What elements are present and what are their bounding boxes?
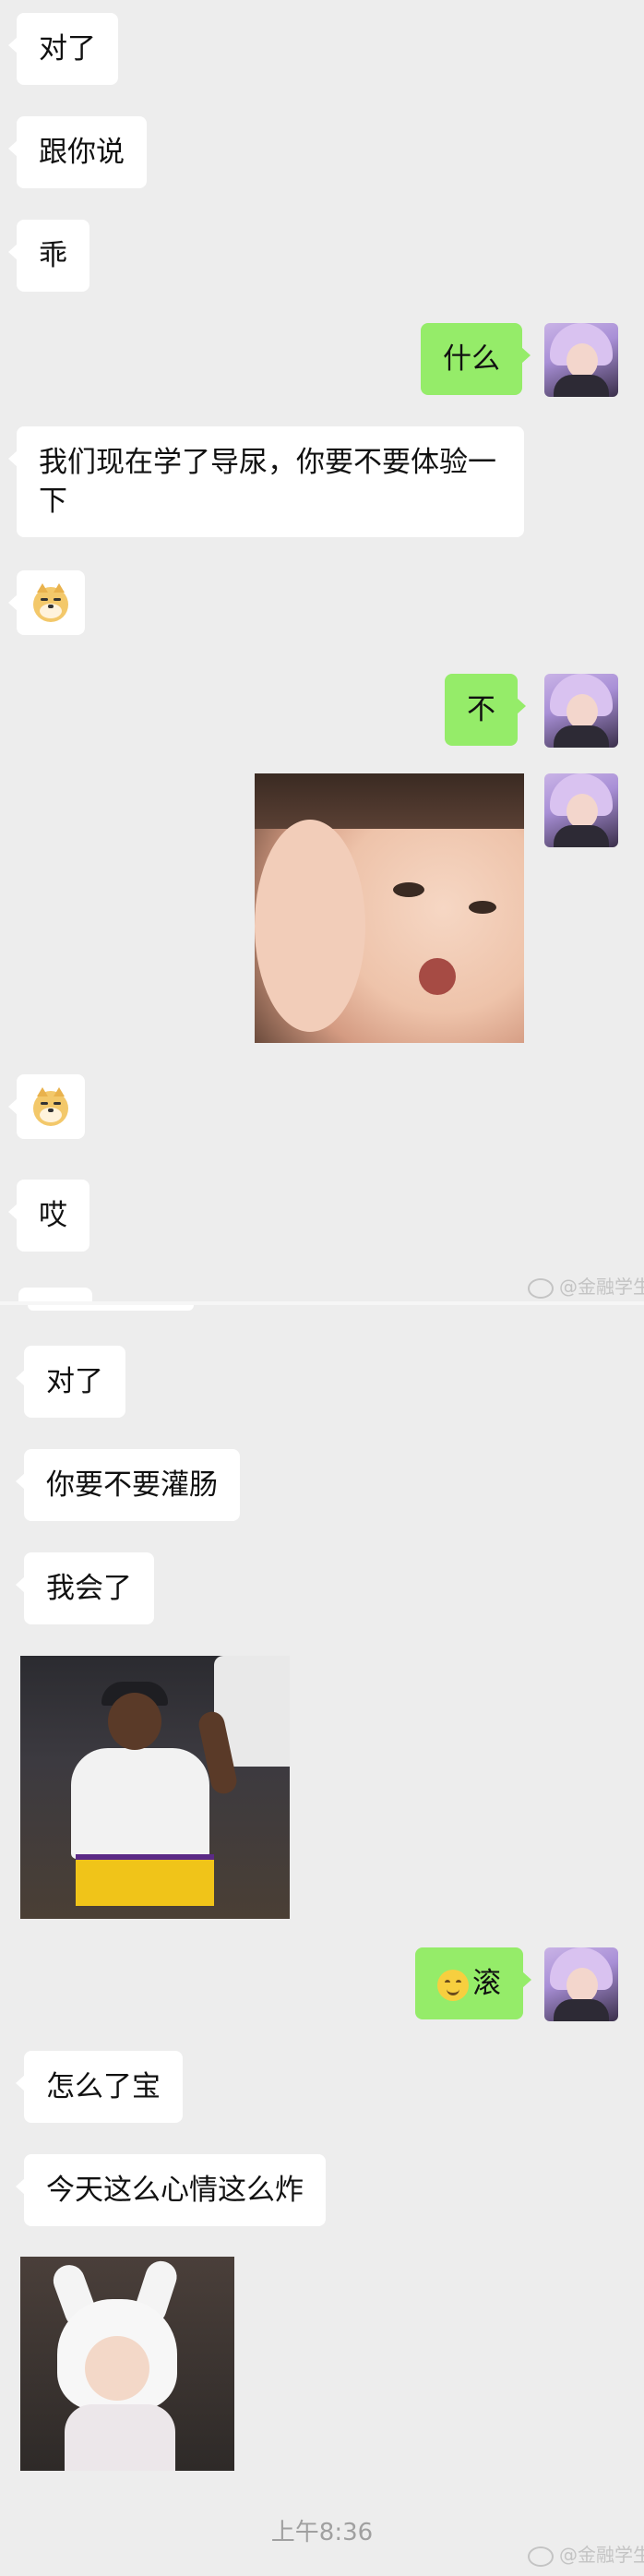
watermark: @金融学生 bbox=[528, 2540, 644, 2567]
avatar-face bbox=[566, 694, 598, 729]
message-text: 跟你说 bbox=[39, 136, 125, 169]
baby-sticker-image[interactable] bbox=[255, 773, 524, 1043]
avatar-body bbox=[554, 725, 609, 748]
message-bubble-sent[interactable]: 不 bbox=[445, 674, 526, 746]
weibo-icon bbox=[528, 2546, 554, 2567]
avatar-body bbox=[554, 825, 609, 847]
message-bubble[interactable] bbox=[8, 570, 85, 635]
partial-message-bubble bbox=[18, 1288, 92, 1301]
avatar-body bbox=[554, 1999, 609, 2021]
message-bubble[interactable]: 怎么了宝 bbox=[16, 2051, 183, 2123]
message-text: 乖 bbox=[39, 239, 67, 272]
partial-message-bubble bbox=[28, 1305, 194, 1311]
message-text: 我会了 bbox=[46, 1572, 132, 1605]
message-text: 不 bbox=[467, 693, 495, 726]
message-text: 我们现在学了导尿，你要不要体验一下 bbox=[39, 446, 496, 518]
message-bubble[interactable]: 乖 bbox=[8, 220, 89, 292]
message-text: 怎么了宝 bbox=[46, 2070, 161, 2103]
message-text: 对了 bbox=[46, 1365, 103, 1398]
message-text: 什么 bbox=[443, 342, 500, 376]
message-bubble[interactable] bbox=[8, 1074, 85, 1139]
message-bubble[interactable]: 我们现在学了导尿，你要不要体验一下 bbox=[8, 426, 524, 537]
avatar[interactable] bbox=[544, 773, 618, 847]
doge-emoji-icon bbox=[33, 1086, 68, 1126]
doge-emoji-icon bbox=[33, 582, 68, 622]
message-bubble[interactable]: 对了 bbox=[16, 1346, 125, 1418]
message-text: 今天这么心情这么炸 bbox=[46, 2174, 304, 2207]
avatar-face bbox=[566, 1968, 598, 2003]
avatar-body bbox=[554, 375, 609, 397]
message-bubble[interactable]: 对了 bbox=[8, 13, 118, 85]
bunny-hat-baby-image[interactable] bbox=[20, 2257, 234, 2471]
avatar[interactable] bbox=[544, 1947, 618, 2021]
basketball-player-image[interactable] bbox=[20, 1656, 290, 1919]
avatar-face bbox=[566, 343, 598, 378]
message-text: 你要不要灌肠 bbox=[46, 1468, 218, 1502]
message-bubble-sent[interactable]: 什么 bbox=[421, 323, 531, 395]
avatar[interactable] bbox=[544, 674, 618, 748]
message-bubble[interactable]: 今天这么心情这么炸 bbox=[16, 2154, 326, 2226]
message-bubble[interactable]: 你要不要灌肠 bbox=[16, 1449, 240, 1521]
smile-emoji-icon bbox=[437, 1969, 469, 2001]
message-bubble-sent[interactable]: 滚 bbox=[415, 1947, 531, 2019]
chat-section-1: 对了 跟你说 乖 什么 我们现在学了导尿，你要不要体验一下 不 哎 @金融学生 bbox=[0, 0, 644, 1301]
watermark: @金融学生 bbox=[528, 1272, 644, 1299]
message-text: 对了 bbox=[39, 32, 96, 66]
avatar-face bbox=[566, 794, 598, 829]
weibo-icon bbox=[528, 1277, 554, 1299]
message-text: 滚 bbox=[472, 1967, 501, 2000]
message-bubble[interactable]: 我会了 bbox=[16, 1552, 154, 1624]
message-text: 哎 bbox=[39, 1199, 67, 1232]
message-bubble[interactable]: 跟你说 bbox=[8, 116, 147, 188]
message-bubble[interactable]: 哎 bbox=[8, 1180, 89, 1252]
avatar[interactable] bbox=[544, 323, 618, 397]
